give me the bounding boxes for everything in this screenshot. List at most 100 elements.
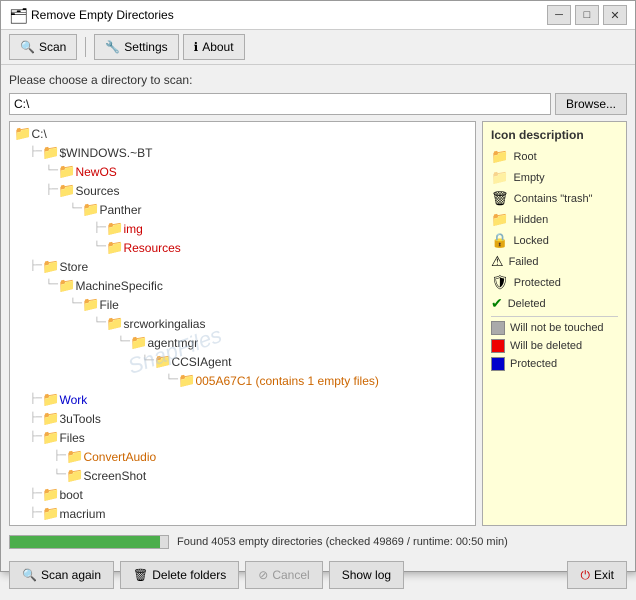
folder-icon: 📁 (14, 125, 31, 142)
tree-node[interactable]: ├─ 📁 boot (12, 485, 473, 504)
legend-failed: ⚠ Failed (491, 253, 618, 270)
window-title: Remove Empty Directories (31, 8, 174, 22)
folder-locked-icon: 📁 (42, 144, 59, 161)
legend-trash: 🗑 Contains "trash" (491, 190, 618, 207)
progress-text: Found 4053 empty directories (checked 49… (177, 536, 627, 548)
main-window: 🗂 Remove Empty Directories ─ □ ✕ 🔍 Scan … (0, 0, 636, 572)
folder-icon: 📁 (42, 391, 59, 408)
tree-node-panther[interactable]: └─ 📁 Panther (12, 200, 473, 219)
tree-node-machine-specific[interactable]: └─ 📁 MachineSpecific (12, 276, 473, 295)
folder-locked-icon: 📁 (58, 277, 75, 294)
exit-icon: ⏻ (580, 568, 590, 583)
maximize-button[interactable]: □ (575, 5, 599, 25)
tree-node[interactable]: ├─ 📁 macrium (12, 504, 473, 523)
tree-node[interactable]: └─ 📁 File (12, 295, 473, 314)
about-icon: ℹ (194, 40, 199, 54)
exit-label: Exit (594, 568, 614, 582)
toolbar-separator (85, 37, 86, 57)
tree-node[interactable]: ├─ 📁 3uTools (12, 409, 473, 428)
tree-node[interactable]: ├─ 📁 Work (12, 390, 473, 409)
tree-node[interactable]: ├─ 📁 img (12, 219, 473, 238)
folder-red-icon: 📁 (58, 163, 75, 180)
show-log-button[interactable]: Show log (329, 561, 404, 589)
tree-node[interactable]: ├─ 📁 $WINDOWS.~BT (12, 143, 473, 162)
root-icon: 📁 (491, 148, 508, 165)
tree-node[interactable]: └─ 📁 CCSIAgent (12, 352, 473, 371)
tree-node[interactable]: └─ 📁 Resources (12, 238, 473, 257)
hidden-icon: 📁 (491, 211, 508, 228)
legend-deleted: ✔ Deleted (491, 295, 618, 312)
folder-locked-icon: 📁 (42, 505, 59, 522)
title-controls: ─ □ ✕ (547, 5, 627, 25)
tree-node[interactable]: └─ 📁 srcworkingalias (12, 314, 473, 333)
browse-button[interactable]: Browse... (555, 93, 627, 115)
exit-button[interactable]: ⏻ Exit (567, 561, 627, 589)
delete-folders-button[interactable]: 🗑 Delete folders (120, 561, 239, 589)
gray-swatch (491, 321, 505, 335)
folder-icon: 📁 (42, 486, 59, 503)
legend-root: 📁 Root (491, 148, 618, 165)
app-icon: 🗂 (9, 7, 25, 23)
delete-folders-icon: 🗑 (133, 568, 148, 582)
settings-label: Settings (124, 40, 167, 54)
settings-button[interactable]: 🔧 Settings (94, 34, 178, 60)
folder-icon: 📁 (82, 296, 99, 313)
scan-again-label: Scan again (41, 568, 101, 582)
tree-node[interactable]: └─ 📁 agentmgr (12, 333, 473, 352)
tree-node-convert-audio[interactable]: ├─ 📁 ConvertAudio (12, 447, 473, 466)
scan-button[interactable]: 🔍 Scan (9, 34, 77, 60)
scan-again-button[interactable]: 🔍 Scan again (9, 561, 114, 589)
legend-hidden: 📁 Hidden (491, 211, 618, 228)
tree-node[interactable]: ├─ 📁 Store (12, 257, 473, 276)
cancel-icon: ⊘ (258, 568, 268, 582)
folder-icon: 📁 (58, 182, 75, 199)
folder-icon: 📁 (42, 429, 59, 446)
tree-node[interactable]: └─ 📁 NewOS (12, 162, 473, 181)
show-log-label: Show log (342, 568, 391, 582)
legend-swatch-blue: Protected (491, 357, 618, 371)
empty-icon: 📁 (491, 169, 508, 186)
tree-node[interactable]: ├─ 📁 Files (12, 428, 473, 447)
red-swatch (491, 339, 505, 353)
settings-icon: 🔧 (105, 40, 120, 54)
folder-icon: 📁 (130, 334, 147, 351)
protected-icon: 🛡 (491, 274, 509, 291)
scan-label: Scan (39, 40, 66, 54)
tree-panel[interactable]: SnapFiles 📁 C:\ ├─ 📁 $WINDOWS.~BT └─ (9, 121, 476, 526)
folder-locked-icon: 📁 (154, 353, 171, 370)
tree-node-root[interactable]: 📁 C:\ (12, 124, 473, 143)
legend-swatch-red: Will be deleted (491, 339, 618, 353)
folder-icon: 📁 (66, 467, 83, 484)
cancel-button[interactable]: ⊘ Cancel (245, 561, 322, 589)
close-button[interactable]: ✕ (603, 5, 627, 25)
failed-icon: ⚠ (491, 253, 504, 270)
progress-bar-inner (10, 536, 160, 548)
about-label: About (202, 40, 233, 54)
dir-label: Please choose a directory to scan: (9, 73, 627, 87)
folder-red-icon: 📁 (106, 239, 123, 256)
folder-orange-icon: 📁 (178, 372, 195, 389)
folder-locked-icon: 📁 (106, 315, 123, 332)
scan-icon: 🔍 (20, 40, 35, 54)
delete-folders-label: Delete folders (152, 568, 226, 582)
tree-node[interactable]: └─ 📁 005A67C1 (contains 1 empty files) (12, 371, 473, 390)
toolbar: 🔍 Scan 🔧 Settings ℹ About (1, 30, 635, 65)
title-bar-left: 🗂 Remove Empty Directories (9, 7, 174, 23)
legend-empty: 📁 Empty (491, 169, 618, 186)
tree-node[interactable]: ├─ 📁 Sources (12, 181, 473, 200)
tree-node[interactable]: └─ 📁 ScreenShot (12, 466, 473, 485)
folder-icon: 📁 (42, 410, 59, 427)
folder-red-icon: 📁 (106, 220, 123, 237)
legend-swatch-gray: Will not be touched (491, 321, 618, 335)
directory-input[interactable] (9, 93, 551, 115)
trash-icon: 🗑 (491, 190, 509, 207)
folder-icon: 📁 (42, 258, 59, 275)
blue-swatch (491, 357, 505, 371)
progress-bar-outer (9, 535, 169, 549)
about-button[interactable]: ℹ About (183, 34, 245, 60)
minimize-button[interactable]: ─ (547, 5, 571, 25)
locked-icon: 🔒 (491, 232, 508, 249)
legend-locked: 🔒 Locked (491, 232, 618, 249)
progress-area: Found 4053 empty directories (checked 49… (9, 532, 627, 552)
folder-orange-icon: 📁 (66, 448, 83, 465)
